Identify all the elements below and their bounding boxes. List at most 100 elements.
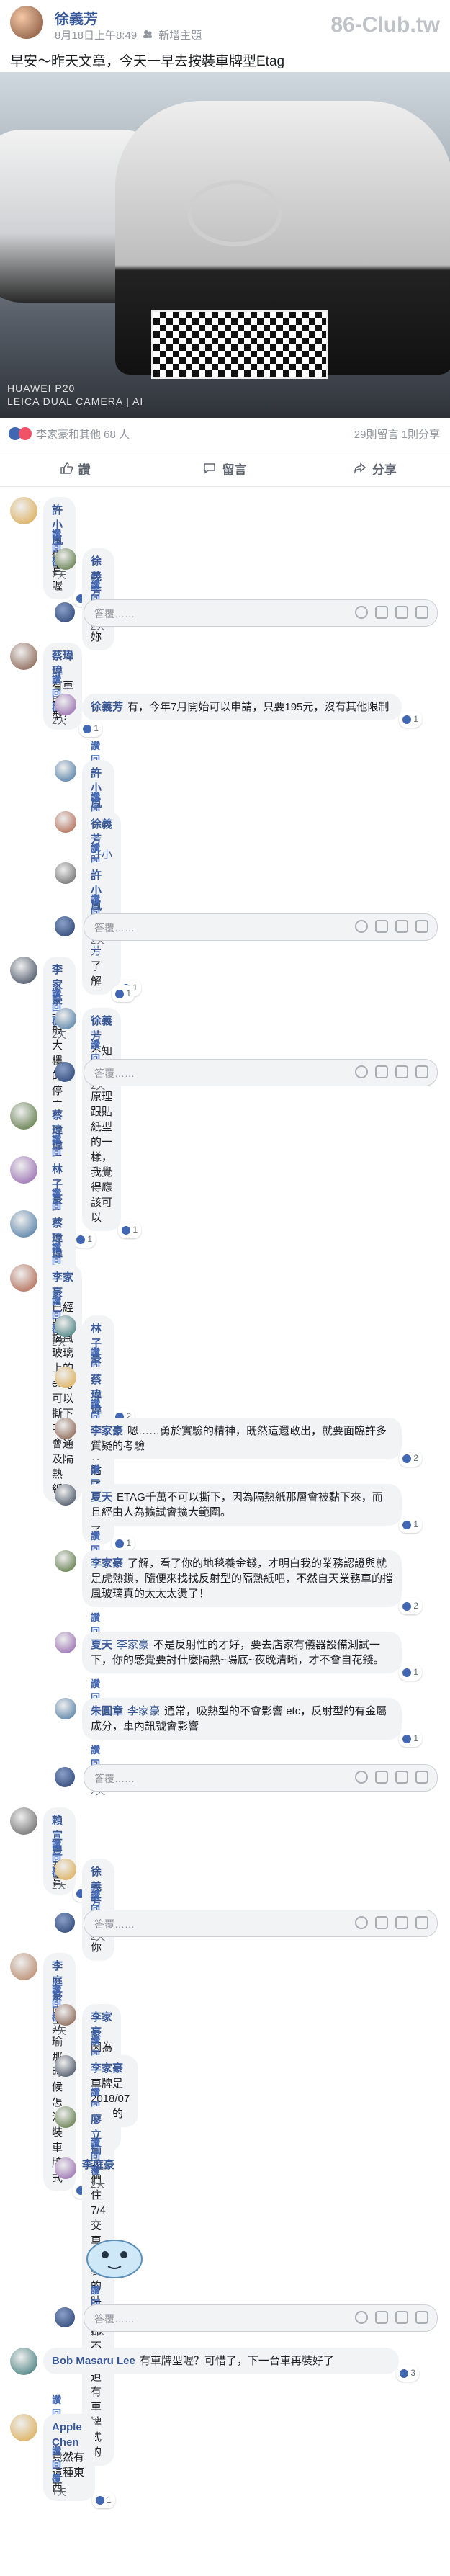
post-photo[interactable]: HUAWEI P20 LEICA DUAL CAMERA | AI [0,72,450,418]
reaction-count[interactable]: 3 [396,2365,419,2382]
author-avatar[interactable] [10,6,43,39]
gif-icon[interactable] [395,2311,408,2324]
reaction-count[interactable]: 1 [73,1231,96,1248]
like-link[interactable]: 讚 [52,1242,61,1253]
commenter-avatar[interactable] [10,1264,37,1292]
like-link[interactable]: 讚 [91,1890,100,1901]
like-link[interactable]: 讚 [91,792,100,802]
comment-time[interactable]: 2天 [52,1337,66,1348]
commenter-avatar[interactable] [55,1315,76,1337]
commenter-avatar[interactable] [10,2414,37,2441]
emoji-icon[interactable] [355,1065,368,1078]
reaction-count[interactable]: 1 [91,2492,115,2508]
sticker-icon[interactable] [415,1065,428,1078]
comment-time[interactable]: 1天 [52,2487,66,2497]
like-link[interactable]: 讚 [52,2446,61,2456]
emoji-icon[interactable] [355,2311,368,2324]
commenter-avatar[interactable] [10,1807,37,1835]
reply-input[interactable]: 答覆…… [84,2304,438,2332]
reaction-count[interactable]: 2 [399,1598,422,1614]
reaction-count[interactable]: 2 [399,1450,422,1467]
comment-time[interactable]: 2天 [52,1029,66,1040]
commenter-avatar[interactable] [55,2157,76,2179]
like-link[interactable]: 讚 [52,1296,61,1307]
comment-time[interactable]: 2天 [52,570,66,581]
mention-tag[interactable]: 李家豪 [127,1705,160,1717]
gif-icon[interactable] [395,1771,408,1784]
commenter-avatar[interactable] [55,862,76,884]
emoji-icon[interactable] [355,920,368,933]
like-link[interactable]: 讚 [91,1347,100,1358]
reply-input[interactable]: 答覆…… [84,913,438,941]
like-link[interactable]: 讚 [91,741,100,751]
reaction-names[interactable]: 李家豪和其他 68 人 [36,426,130,442]
reaction-count[interactable]: 1 [399,1664,422,1681]
like-link[interactable]: 讚 [91,2138,100,2149]
commenter-name[interactable]: 朱圓章 [91,1705,123,1717]
commenter-avatar[interactable] [55,1367,76,1388]
commenter-name[interactable]: 李庭豪 [82,2159,114,2171]
like-link[interactable]: 讚 [52,1985,61,1995]
like-link[interactable]: 讚 [52,1839,61,1850]
commenter-avatar[interactable] [55,1859,76,1880]
like-link[interactable]: 讚 [91,1464,100,1475]
like-link[interactable]: 讚 [91,2285,100,2296]
post-author[interactable]: 徐義芳 [55,7,98,28]
reaction-count[interactable]: 1 [112,985,135,1002]
commenter-avatar[interactable] [55,2055,76,2077]
commenter-avatar[interactable] [55,2106,76,2128]
emoji-icon[interactable] [355,1916,368,1929]
commenter-avatar[interactable] [10,497,37,524]
commenter-avatar[interactable] [55,1484,76,1506]
commenter-name[interactable]: 徐義芳 [91,701,123,713]
like-link[interactable]: 讚 [91,1612,100,1623]
commenter-name[interactable]: 李家豪 [91,1425,123,1437]
like-link[interactable]: 讚 [52,2394,61,2405]
like-link[interactable]: 讚 [52,1188,61,1199]
like-link[interactable]: 讚 [52,529,61,540]
reply-input[interactable]: 答覆…… [84,1059,438,1086]
post-time[interactable]: 8月18日上午8:49 [55,27,137,43]
gif-icon[interactable] [395,1916,408,1929]
gif-icon[interactable] [395,606,408,619]
share-button[interactable]: 分享 [300,450,450,486]
camera-icon[interactable] [375,606,388,619]
like-link[interactable]: 讚 [91,580,100,591]
commenter-avatar[interactable] [10,1953,37,1980]
like-link[interactable]: 讚 [52,988,61,999]
like-link[interactable]: 讚 [52,1134,61,1145]
commenter-avatar[interactable] [10,1102,37,1130]
reaction-count[interactable]: 1 [399,711,422,728]
like-button[interactable]: 讚 [0,450,150,486]
emoji-icon[interactable] [355,1771,368,1784]
reaction-count[interactable]: 1 [399,1516,422,1533]
sticker-icon[interactable] [415,1771,428,1784]
commenter-avatar[interactable] [55,1550,76,1572]
like-link[interactable]: 讚 [91,1531,100,1542]
commenter-avatar[interactable] [55,1698,76,1719]
commenter-name[interactable]: 李家豪 [91,1557,123,1570]
gif-icon[interactable] [395,1065,408,1078]
reply-input[interactable]: 答覆…… [84,1910,438,1937]
like-link[interactable]: 讚 [91,1745,100,1756]
like-link[interactable]: 讚 [91,1039,100,1050]
commenter-avatar[interactable] [10,643,37,670]
comment-time[interactable]: 2天 [52,2026,66,2036]
commenter-avatar[interactable] [10,1156,37,1184]
commenter-avatar[interactable] [55,1632,76,1653]
sticker-icon[interactable] [415,606,428,619]
reaction-count[interactable]: 1 [118,1222,141,1238]
camera-icon[interactable] [375,920,388,933]
like-link[interactable]: 讚 [91,2036,100,2047]
commenter-avatar[interactable] [10,957,37,984]
gif-icon[interactable] [395,920,408,933]
commenter-avatar[interactable] [55,2004,76,2026]
mention-tag[interactable]: 李家豪 [117,1639,149,1651]
reaction-count[interactable]: 1 [399,1730,422,1747]
comment-time[interactable]: 2天 [52,1880,66,1891]
commenter-name[interactable]: Bob Masaru Lee [52,2355,135,2367]
commenter-avatar[interactable] [55,811,76,833]
commenter-name[interactable]: 夏天 [91,1491,112,1503]
commenter-avatar[interactable] [10,1210,37,1238]
commenter-avatar[interactable] [55,548,76,570]
